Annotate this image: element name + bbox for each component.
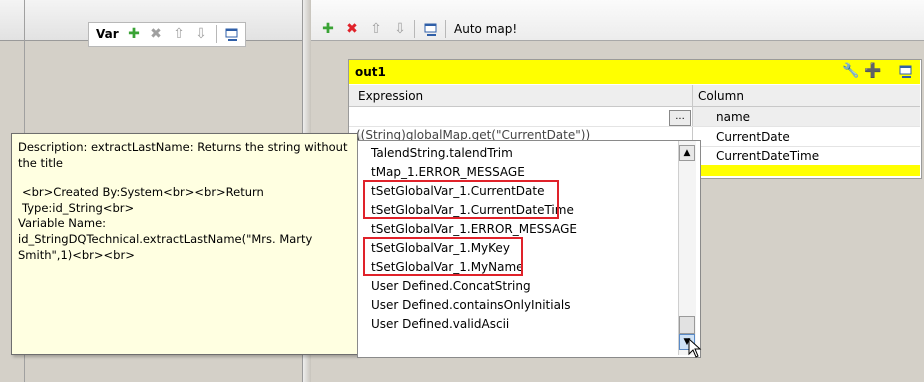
highlight-box-my-key xyxy=(363,237,523,276)
minimize-icon[interactable] xyxy=(224,26,240,42)
out1-title: out1 xyxy=(355,65,386,79)
scrollbar-thumb[interactable] xyxy=(679,316,695,334)
delete-output-icon[interactable]: ✖ xyxy=(344,21,360,37)
autocomplete-item[interactable]: TalendString.talendTrim xyxy=(371,146,513,160)
column-header-expression[interactable]: Expression xyxy=(358,89,423,103)
mouse-cursor-icon xyxy=(688,338,702,358)
out1-header xyxy=(349,60,920,84)
row-column-name: CurrentDateTime xyxy=(716,149,820,163)
minimize-output-icon[interactable] xyxy=(423,21,439,37)
column-header-column[interactable]: Column xyxy=(698,89,744,103)
function-description-tooltip: Description: extractLastName: Returns th… xyxy=(11,133,358,355)
add-column-icon[interactable]: ➕ xyxy=(864,63,881,79)
row-column-name: name xyxy=(716,110,751,124)
autocomplete-item[interactable]: User Defined.validAscii xyxy=(371,317,509,331)
autocomplete-item[interactable]: User Defined.containsOnlyInitials xyxy=(371,298,571,312)
move-down-output-icon[interactable]: ⇩ xyxy=(392,21,408,37)
autocomplete-item[interactable]: tSetGlobalVar_1.ERROR_MESSAGE xyxy=(371,222,577,236)
add-icon[interactable]: ✚ xyxy=(126,26,142,42)
toolbar-separator xyxy=(445,20,446,38)
move-up-output-icon[interactable]: ⇧ xyxy=(368,21,384,37)
row-divider xyxy=(349,126,920,127)
add-output-icon[interactable]: ✚ xyxy=(320,21,336,37)
auto-map-button[interactable]: Auto map! xyxy=(454,22,517,36)
remove-icon[interactable]: ✖ xyxy=(148,26,164,42)
expression-builder-button[interactable]: ... xyxy=(669,110,691,126)
tooltip-created-by: <br>Created By:System<br><br>Return Type… xyxy=(22,185,264,215)
move-up-icon[interactable]: ⇧ xyxy=(171,26,187,42)
row-column-name: CurrentDate xyxy=(716,130,790,144)
tooltip-variable-name: Variable Name: id_StringDQTechnical.extr… xyxy=(18,216,313,262)
wrench-icon[interactable]: 🔧 xyxy=(842,63,859,79)
var-title: Var xyxy=(96,27,119,41)
autocomplete-item[interactable]: User Defined.ConcatString xyxy=(371,279,531,293)
left-panel-header xyxy=(0,0,24,41)
out1-footer xyxy=(700,165,920,176)
table-column-header xyxy=(349,85,920,107)
tooltip-description: Description: extractLastName: Returns th… xyxy=(18,140,348,170)
move-down-icon[interactable]: ⇩ xyxy=(193,26,209,42)
highlight-box-current-date xyxy=(363,180,559,219)
autocomplete-item[interactable]: tMap_1.ERROR_MESSAGE xyxy=(371,165,525,179)
toolbar-separator xyxy=(414,20,415,38)
minimize-table-icon[interactable] xyxy=(898,63,914,79)
scroll-up-icon[interactable]: ▲ xyxy=(679,145,695,161)
toolbar-separator xyxy=(216,25,217,43)
